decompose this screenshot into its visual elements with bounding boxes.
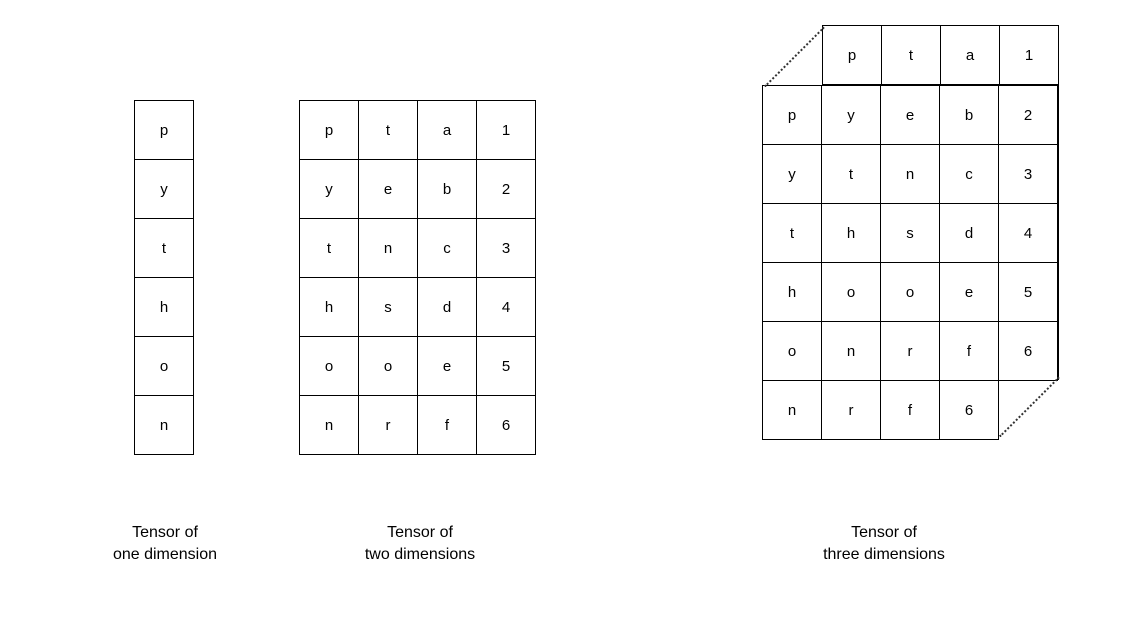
cell: f: [881, 381, 940, 440]
tensor-2d-caption: Tensor of two dimensions: [320, 522, 520, 565]
caption-line: Tensor of: [132, 524, 198, 541]
cell: p: [300, 101, 359, 160]
cell: 2: [999, 86, 1058, 145]
cell: p: [763, 86, 822, 145]
cell: o: [359, 337, 418, 396]
tensor-1d-caption: Tensor of one dimension: [80, 522, 250, 565]
cell: r: [822, 381, 881, 440]
cell: t: [822, 145, 881, 204]
cell: h: [135, 278, 194, 337]
tensor-1d: p y t h o n: [134, 100, 194, 455]
cell: c: [940, 145, 999, 204]
cell: h: [763, 263, 822, 322]
diagram-container: p y t h o n Tensor of one dimension p t …: [0, 0, 1140, 640]
cell: y: [300, 160, 359, 219]
cell: f: [418, 396, 477, 455]
cell: 6: [940, 381, 999, 440]
caption-line: Tensor of: [851, 524, 917, 541]
cell: s: [359, 278, 418, 337]
cell: o: [300, 337, 359, 396]
cell: r: [881, 322, 940, 381]
cell: e: [418, 337, 477, 396]
cell: o: [135, 337, 194, 396]
cell: r: [359, 396, 418, 455]
caption-line: one dimension: [113, 546, 217, 563]
cell: n: [135, 396, 194, 455]
cell: t: [763, 204, 822, 263]
cell: o: [763, 322, 822, 381]
cell: 4: [477, 278, 536, 337]
cell: 5: [477, 337, 536, 396]
cell: p: [135, 101, 194, 160]
cell: 6: [999, 322, 1058, 381]
tensor-1d-grid: p y t h o n: [134, 100, 194, 455]
cell: n: [300, 396, 359, 455]
cell: a: [418, 101, 477, 160]
cell: e: [940, 263, 999, 322]
cell: a: [941, 26, 1000, 85]
cell: n: [881, 145, 940, 204]
tensor-3d-front: p y e b 2 y t n c 3 t h s d 4 h: [762, 85, 1058, 440]
tensor-3d-front-grid: p y e b 2 y t n c 3 t h s d 4 h: [762, 85, 1058, 440]
caption-line: Tensor of: [387, 524, 453, 541]
cell: 2: [477, 160, 536, 219]
cell: y: [135, 160, 194, 219]
cell: d: [418, 278, 477, 337]
cell-empty: [999, 381, 1058, 440]
cell: h: [300, 278, 359, 337]
cell: n: [763, 381, 822, 440]
cell: 1: [1000, 26, 1059, 85]
cell: t: [135, 219, 194, 278]
cell: b: [940, 86, 999, 145]
caption-line: three dimensions: [823, 546, 945, 563]
caption-line: two dimensions: [365, 546, 475, 563]
cell: h: [822, 204, 881, 263]
cell: o: [881, 263, 940, 322]
tensor-3d-caption: Tensor of three dimensions: [784, 522, 984, 565]
tensor-2d: p t a 1 y e b 2 t n c 3 h s d 4: [299, 100, 536, 455]
cell: e: [881, 86, 940, 145]
cell: 3: [999, 145, 1058, 204]
cell: n: [359, 219, 418, 278]
tensor-2d-grid: p t a 1 y e b 2 t n c 3 h s d 4: [299, 100, 536, 455]
cell: 5: [999, 263, 1058, 322]
cell: n: [822, 322, 881, 381]
cell: f: [940, 322, 999, 381]
cell: c: [418, 219, 477, 278]
cell: 1: [477, 101, 536, 160]
cell: t: [882, 26, 941, 85]
depth-line-top-left: [764, 27, 825, 88]
cell: 3: [477, 219, 536, 278]
cell: t: [359, 101, 418, 160]
cell: b: [418, 160, 477, 219]
cell: 6: [477, 396, 536, 455]
cell: e: [359, 160, 418, 219]
cell: d: [940, 204, 999, 263]
cell: s: [881, 204, 940, 263]
cell: y: [822, 86, 881, 145]
cell: 4: [999, 204, 1058, 263]
cell: p: [823, 26, 882, 85]
cell: o: [822, 263, 881, 322]
cell: y: [763, 145, 822, 204]
cell: t: [300, 219, 359, 278]
